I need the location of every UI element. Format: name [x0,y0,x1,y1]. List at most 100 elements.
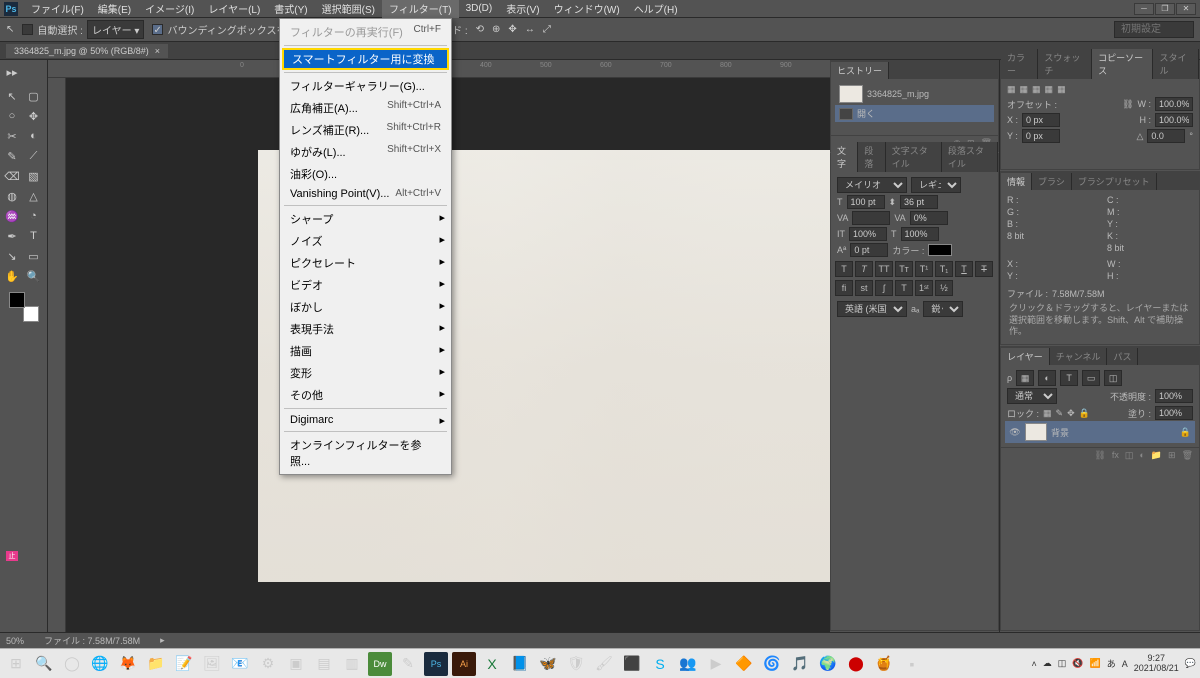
media-player-icon[interactable]: ▶ [704,652,728,676]
history-tab[interactable]: ヒストリー [831,62,889,79]
tab-para-style[interactable]: 段落スタイル [942,142,998,172]
layer-visibility-icon[interactable]: 👁 [1009,427,1021,438]
tab-character[interactable]: 文字 [831,142,858,172]
tray-ime-a[interactable]: あ [1107,657,1116,670]
subscript-button[interactable]: T₁ [935,261,953,277]
layers-fx-icon[interactable]: fx [1112,450,1119,461]
vlc-icon[interactable]: 🔶 [732,652,756,676]
history-snapshot[interactable]: 3364825_m.jpg [835,83,994,105]
dreamweaver-icon[interactable]: Dw [368,652,392,676]
task-view-icon[interactable]: ◯ [60,652,84,676]
menu-digimarc[interactable]: Digimarc▸ [280,411,451,429]
menu-distort[interactable]: ゆがみ(L)... Shift+Ctrl+X [280,141,451,163]
clone-src-icon-1[interactable]: ▦ [1007,84,1016,95]
menu-edit[interactable]: 編集(E) [91,0,138,18]
chrome-icon[interactable]: 🌐 [88,652,112,676]
hand-tool[interactable]: ✋ [2,266,22,286]
tab-color[interactable]: カラー [1001,49,1038,79]
allcaps-button[interactable]: TT [875,261,893,277]
opentype-swash[interactable]: ʃ [875,280,893,296]
eraser-tool[interactable]: ◍ [2,186,22,206]
baseline-input[interactable] [850,243,888,257]
smallcaps-button[interactable]: Tᴛ [895,261,913,277]
bounding-box-checkbox[interactable]: ✓ [152,24,163,35]
app-icon-9[interactable]: ▪ [900,652,924,676]
tab-layers[interactable]: レイヤー [1001,348,1050,365]
toolbox-expand-icon[interactable]: ▸▸ [2,62,22,82]
excel-icon[interactable]: X [480,652,504,676]
app-icon-8[interactable]: 🍯 [872,652,896,676]
lock-paint-icon[interactable]: ✎ [1056,408,1064,419]
h-input[interactable] [1155,113,1193,127]
teams-icon[interactable]: 👥 [676,652,700,676]
menu-select[interactable]: 選択範囲(S) [315,0,382,18]
clone-src-icon-2[interactable]: ▦ [1020,84,1029,95]
menu-distortion[interactable]: 変形▸ [280,362,451,384]
menu-online-filters[interactable]: オンラインフィルターを参照... [280,434,451,472]
filter-adj-icon[interactable]: ◐ [1038,370,1056,386]
opentype-ordinal[interactable]: 1ˢᵗ [915,280,933,296]
globe-icon[interactable]: 🌍 [816,652,840,676]
layers-trash-icon[interactable]: 🗑 [1182,450,1193,461]
text-color-swatch[interactable] [928,244,952,256]
menu-filter-gallery[interactable]: フィルターギャラリー(G)... [280,75,451,97]
blur-tool[interactable]: ♒ [2,206,22,226]
filter-smart-icon[interactable]: ◫ [1104,370,1122,386]
strikethrough-button[interactable]: T [975,261,993,277]
tab-char-style[interactable]: 文字スタイル [886,142,942,172]
menu-sharpen[interactable]: シャープ▸ [280,208,451,230]
workspace-search[interactable] [1114,21,1194,38]
fill-input[interactable] [1155,406,1193,420]
pen-tool[interactable]: ✒ [2,226,22,246]
underline-button[interactable]: T [955,261,973,277]
notepad-icon[interactable]: 📝 [172,652,196,676]
auto-select-dropdown[interactable]: レイヤー ▾ [87,20,145,39]
vscale-input[interactable] [849,227,887,241]
3d-scale-icon[interactable]: ⤢ [543,24,551,35]
color-swatch[interactable] [9,292,39,322]
marquee-tool[interactable]: ▢ [24,86,44,106]
path-select-tool[interactable]: ↘ [2,246,22,266]
quick-select-tool[interactable]: ✥ [24,106,44,126]
menu-help[interactable]: ヘルプ(H) [627,0,685,18]
anti-alias[interactable]: 鋭く [923,301,963,317]
layers-mask-icon[interactable]: ◫ [1125,450,1134,461]
gradient-tool[interactable]: △ [24,186,44,206]
app-icon-3[interactable]: ▥ [340,652,364,676]
minimize-button[interactable]: ─ [1134,3,1154,15]
lock-pixels-icon[interactable]: ▦ [1043,408,1052,419]
menu-video[interactable]: ビデオ▸ [280,274,451,296]
rectangle-tool[interactable]: ▭ [24,246,44,266]
opacity-input[interactable] [1155,389,1193,403]
x-input[interactable] [1022,113,1060,127]
tab-channels[interactable]: チャンネル [1050,348,1108,365]
menu-stylize[interactable]: 表現手法▸ [280,318,451,340]
kerning-input[interactable] [852,211,890,225]
font-size-input[interactable] [847,195,885,209]
filter-text-icon[interactable]: T [1060,370,1078,386]
tab-paragraph[interactable]: 段落 [858,142,885,172]
lasso-tool[interactable]: ○ [2,106,22,126]
photos-icon[interactable]: 🖼 [200,652,224,676]
clone-src-icon-4[interactable]: ▦ [1045,84,1054,95]
opentype-titling[interactable]: T [895,280,913,296]
start-button[interactable]: ⊞ [4,652,28,676]
layer-background[interactable]: 👁 背景 🔒 [1005,421,1195,443]
brush-tool[interactable]: ⟋ [24,146,44,166]
menu-render[interactable]: 描画▸ [280,340,451,362]
layers-link-icon[interactable]: ⛓ [1094,450,1105,461]
font-style[interactable]: レギュ... [911,177,961,193]
maximize-button[interactable]: ❐ [1155,3,1175,15]
clone-stamp-tool[interactable]: ⌫ [2,166,22,186]
tray-clock[interactable]: 9:27 2021/08/21 [1134,654,1179,674]
w-input[interactable] [1155,97,1193,111]
app-icon-5[interactable]: ✎ [396,652,420,676]
filter-shape-icon[interactable]: ▭ [1082,370,1100,386]
history-brush-tool[interactable]: ▧ [24,166,44,186]
layers-adjustment-icon[interactable]: ◐ [1139,450,1144,461]
illustrator-icon[interactable]: Ai [452,652,476,676]
type-tool[interactable]: T [24,226,44,246]
menu-pixelate[interactable]: ピクセレート▸ [280,252,451,274]
explorer-icon[interactable]: 📁 [144,652,168,676]
lock-position-icon[interactable]: ✥ [1067,408,1075,419]
